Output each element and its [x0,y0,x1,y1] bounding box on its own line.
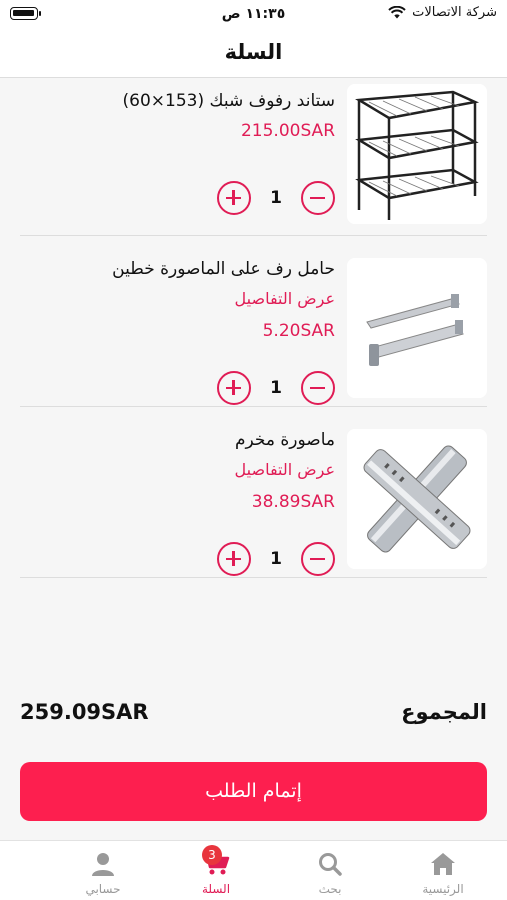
cart-item: ستاند رفوف شبك (153×60) 215.00SAR 1 [20,78,487,236]
user-icon [53,849,153,879]
tab-label: الرئيسية [422,882,464,896]
item-info: حامل رف على الماصورة خطين عرض التفاصيل 5… [20,256,335,346]
tab-home[interactable]: الرئيسية [393,849,493,896]
product-image[interactable] [347,84,487,224]
tab-bar: الرئيسية بحث 3 السلة حسابي [0,840,507,900]
tab-cart[interactable]: 3 السلة [166,845,266,896]
view-details-link[interactable]: عرض التفاصيل [20,455,335,485]
decrease-quantity-button[interactable] [301,371,335,405]
view-details-link[interactable]: عرض التفاصيل [20,284,335,314]
header: السلة [0,30,507,78]
quantity-value: 1 [270,549,282,569]
tab-label: حسابي [85,882,121,896]
item-price: 215.00SAR [240,121,335,141]
item-price: 38.89SAR [251,492,335,512]
total-row: 259.09SAR المجموع [20,700,487,736]
home-icon [393,849,493,879]
status-right: شركة الاتصالات [388,5,497,20]
cart-item: ماصورة مخرم عرض التفاصيل 38.89SAR 1 [20,417,487,578]
tab-account[interactable]: حسابي [53,849,153,896]
tab-label: بحث [318,882,342,896]
increase-quantity-button[interactable] [217,181,251,215]
quantity-stepper: 1 [217,181,335,215]
tab-label: السلة [201,882,231,896]
wifi-icon [388,6,406,19]
page-title: السلة [224,40,283,64]
increase-quantity-button[interactable] [217,542,251,576]
item-name[interactable]: حامل رف على الماصورة خطين [20,256,335,282]
product-image[interactable] [347,258,487,398]
quantity-stepper: 1 [217,371,335,405]
quantity-stepper: 1 [217,542,335,576]
cart-count-badge: 3 [202,845,222,865]
item-name[interactable]: ماصورة مخرم [20,427,335,453]
carrier-name: شركة الاتصالات [412,5,497,20]
checkout-button[interactable]: إتمام الطلب [20,762,487,821]
cart-icon: 3 [166,845,266,879]
cart-list: ستاند رفوف شبك (153×60) 215.00SAR 1 حامل… [20,78,487,578]
decrease-quantity-button[interactable] [301,542,335,576]
status-bar: ١١:٣٥ ص شركة الاتصالات [0,0,507,30]
tab-search[interactable]: بحث [280,849,380,896]
item-info: ستاند رفوف شبك (153×60) 215.00SAR [20,88,335,146]
total-label: المجموع [401,700,487,724]
search-icon [280,849,380,879]
item-info: ماصورة مخرم عرض التفاصيل 38.89SAR [20,427,335,517]
decrease-quantity-button[interactable] [301,181,335,215]
increase-quantity-button[interactable] [217,371,251,405]
product-image[interactable] [347,429,487,569]
cart-item: حامل رف على الماصورة خطين عرض التفاصيل 5… [20,246,487,407]
quantity-value: 1 [270,188,282,208]
total-amount: 259.09SAR [20,700,149,724]
quantity-value: 1 [270,378,282,398]
item-price: 5.20SAR [262,321,335,341]
item-name[interactable]: ستاند رفوف شبك (153×60) [20,88,335,114]
